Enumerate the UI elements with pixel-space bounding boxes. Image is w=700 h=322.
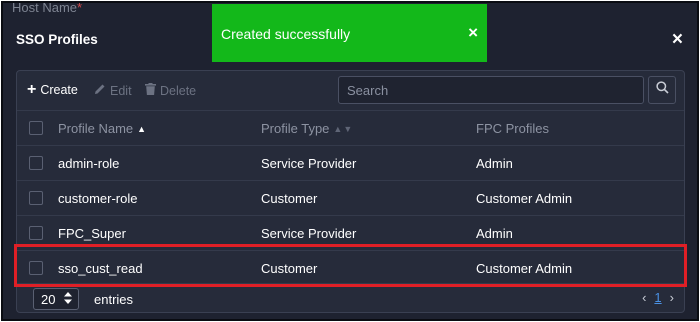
toast-message: Created successfully [221,26,351,42]
table-row[interactable]: admin-role Service Provider Admin [17,145,684,180]
create-button[interactable]: + Create [27,81,78,98]
cell-fpc-profiles: Customer Admin [476,191,573,206]
column-header-profile-name[interactable]: Profile Name ▲ [58,121,146,136]
column-header-fpc-profiles: FPC Profiles [476,121,549,136]
delete-button[interactable]: Delete [145,83,196,98]
cell-profile-name: customer-role [58,191,138,206]
cell-profile-type: Service Provider [261,226,357,241]
row-checkbox[interactable] [29,226,43,240]
sso-profiles-window: Host Name* SSO Profiles × Created succes… [1,1,699,321]
sort-ascending-icon: ▲ [137,124,147,134]
host-name-label: Host Name [12,1,78,15]
plus-icon: + [27,81,37,98]
search-icon [655,81,669,99]
cell-profile-type: Customer [261,261,318,276]
edit-label: Edit [110,83,132,98]
table-header-row: Profile Name ▲ Profile Type ▲▼ FPC Profile… [17,110,684,145]
edit-button[interactable]: Edit [94,83,132,98]
trash-icon [145,83,156,98]
column-header-profile-type[interactable]: Profile Type ▲▼ [261,121,353,136]
page-size-select[interactable]: 20 [33,288,79,310]
row-checkbox[interactable] [29,191,43,205]
profile-name-header-label: Profile Name [58,121,134,136]
cell-fpc-profiles: Customer Admin [476,261,573,276]
table-row[interactable]: FPC_Super Service Provider Admin [17,215,684,250]
background-field-label: Host Name* [12,1,83,15]
profile-type-header-label: Profile Type [261,121,330,136]
pagination: ‹ 1 › [642,290,674,305]
table-row[interactable]: customer-role Customer Customer Admin [17,180,684,215]
success-toast: Created successfully × [212,4,487,62]
page-size-value: 20 [41,291,56,307]
row-checkbox[interactable] [29,261,43,275]
entries-label: entries [94,292,134,307]
cell-profile-type: Service Provider [261,156,357,171]
page-number-link[interactable]: 1 [654,290,661,305]
row-checkbox[interactable] [29,156,43,170]
search-button[interactable] [648,76,676,104]
cell-fpc-profiles: Admin [476,226,513,241]
pencil-icon [94,83,106,98]
cell-profile-name: sso_cust_read [58,261,143,276]
create-label: Create [40,83,78,97]
table-toolbar: + Create Edit Delete [17,71,684,111]
dialog-title: SSO Profiles [16,32,98,47]
profiles-table-panel: + Create Edit Delete Search Profile Name… [16,70,685,313]
delete-label: Delete [160,83,197,98]
sort-both-icon: ▲▼ [333,124,354,134]
next-page-icon[interactable]: › [670,290,674,305]
cell-profile-name: FPC_Super [58,226,126,241]
toast-close-button[interactable]: × [468,24,478,41]
cell-fpc-profiles: Admin [476,156,513,171]
table-footer: 20 entries ‹ 1 › [17,283,684,313]
cell-profile-name: admin-role [58,156,120,171]
prev-page-icon[interactable]: ‹ [642,290,646,305]
up-down-icon [64,291,72,307]
table-row[interactable]: sso_cust_read Customer Customer Admin [17,250,684,285]
select-all-checkbox[interactable] [29,121,43,135]
close-button[interactable]: × [672,30,683,49]
search-input[interactable] [338,76,644,104]
required-mark: * [77,1,83,15]
cell-profile-type: Customer [261,191,318,206]
